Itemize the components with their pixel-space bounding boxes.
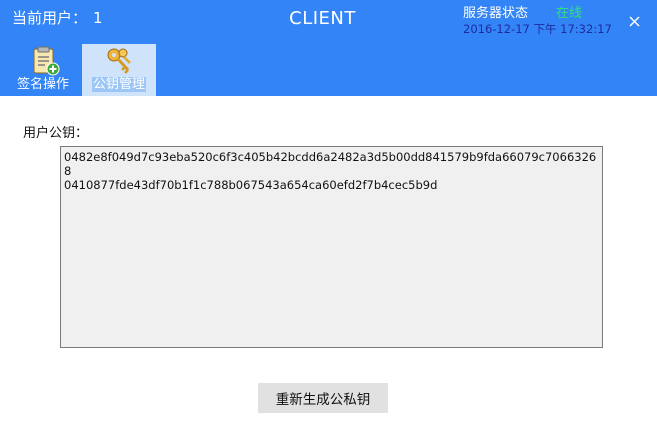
tab-sign-operations-label: 签名操作 <box>16 77 69 92</box>
tab-sign-operations[interactable]: 签名操作 <box>8 44 78 96</box>
server-status-label: 服务器状态 <box>463 6 529 21</box>
close-button[interactable] <box>622 10 646 34</box>
title-bar: 当前用户： 1 CLIENT 服务器状态 在线 2016-12-17 下午 17:… <box>0 0 657 96</box>
public-key-line-2: 0410877fde43df70b1f1c788b067543a654ca60e… <box>64 178 438 192</box>
keys-icon <box>107 48 131 74</box>
close-icon <box>629 16 640 27</box>
clipboard-add-icon <box>33 46 60 76</box>
regenerate-keys-button[interactable]: 重新生成公私钥 <box>258 383 388 413</box>
server-status-value: 在线 <box>556 6 583 21</box>
user-public-key-label: 用户公钥： <box>23 126 89 141</box>
tab-key-management-label: 公钥管理 <box>91 77 146 92</box>
user-public-key-textarea[interactable]: 0482e8f049d7c93eba520c6f3c405b42bcdd6a24… <box>60 146 603 348</box>
public-key-line-1: 0482e8f049d7c93eba520c6f3c405b42bcdd6a24… <box>64 150 597 178</box>
tab-key-management[interactable]: 公钥管理 <box>82 44 156 96</box>
datetime-display: 2016-12-17 下午 17:32:17 <box>463 22 612 36</box>
